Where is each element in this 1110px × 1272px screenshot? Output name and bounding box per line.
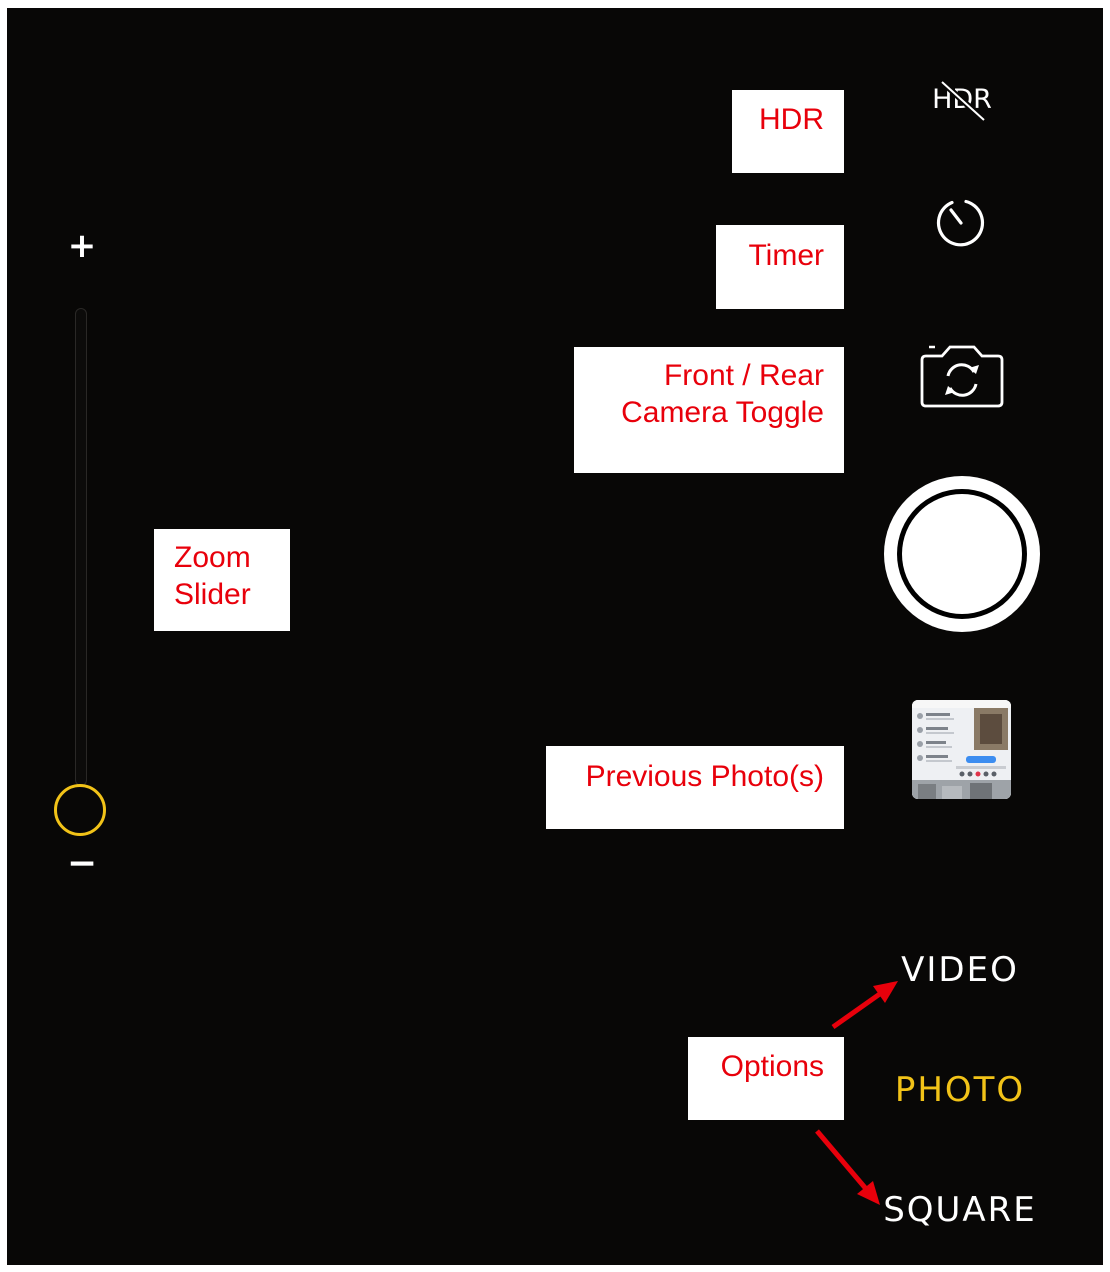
annotation-previous-photos: Previous Photo(s)	[546, 746, 844, 829]
annotation-camera-toggle: Front / Rear Camera Toggle	[574, 347, 844, 473]
annotation-hdr: HDR	[732, 90, 844, 173]
camera-screen: + − HDR	[7, 8, 1103, 1265]
annotation-arrows	[815, 981, 898, 1205]
annotation-zoom-slider: Zoom Slider	[154, 529, 290, 631]
arrow-head-video	[873, 981, 898, 1003]
arrow-to-square	[815, 1129, 869, 1192]
annotation-timer: Timer	[716, 225, 844, 309]
annotation-options: Options	[688, 1037, 844, 1120]
arrow-to-video	[831, 988, 886, 1030]
